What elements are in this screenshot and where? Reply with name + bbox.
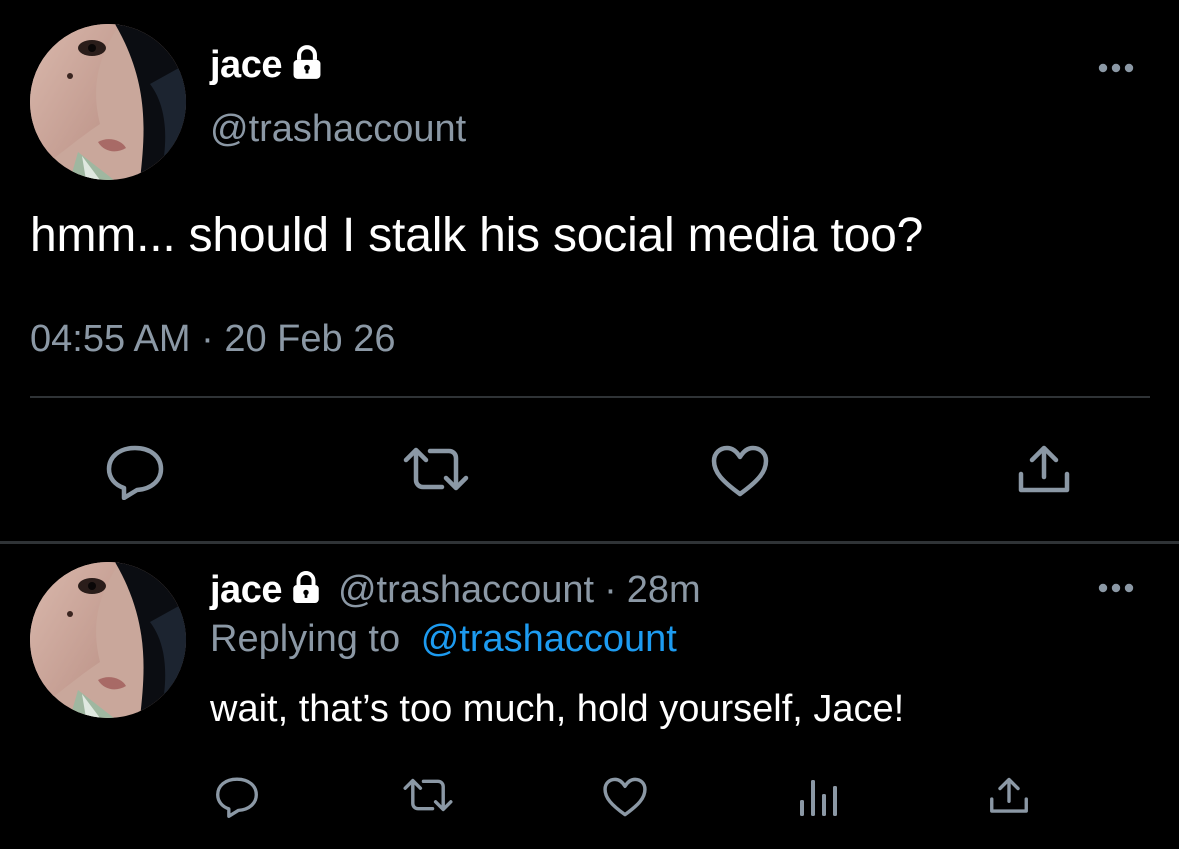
lock-icon xyxy=(288,44,326,87)
like-button[interactable] xyxy=(710,444,770,503)
views-button[interactable] xyxy=(796,776,840,823)
comment-icon xyxy=(104,445,166,504)
main-tweet: jace @trashaccount hmm... should I stalk… xyxy=(0,0,1179,540)
header-separator: · xyxy=(604,568,617,611)
display-name[interactable]: jace xyxy=(210,569,282,612)
tweet-time: 04:55 AM xyxy=(30,318,191,360)
retweet-icon xyxy=(402,778,454,818)
avatar[interactable] xyxy=(30,562,186,718)
replying-to: Replying to @trashaccount xyxy=(210,618,677,661)
more-horizontal-icon[interactable] xyxy=(1096,60,1136,81)
heart-icon xyxy=(602,777,648,822)
lock-icon xyxy=(288,570,324,611)
tweet-text: hmm... should I stalk his social media t… xyxy=(30,209,924,262)
replying-prefix: Replying to xyxy=(210,618,401,660)
tweet-thread: jace @trashaccount hmm... should I stalk… xyxy=(0,0,1179,849)
user-handle[interactable]: @trashaccount xyxy=(210,108,466,151)
avatar-photo xyxy=(30,562,186,718)
timestamp-separator: · xyxy=(201,318,214,360)
avatar-photo xyxy=(30,24,186,180)
like-button[interactable] xyxy=(602,776,648,823)
tweet-date: 20 Feb 26 xyxy=(224,318,396,360)
display-name-row: jace xyxy=(210,40,326,90)
user-handle[interactable]: @trashaccount xyxy=(338,569,594,612)
tweet-timestamp[interactable]: 04:55 AM · 20 Feb 26 xyxy=(30,318,395,361)
tweet-text: wait, that’s too much, hold yourself, Ja… xyxy=(210,688,905,730)
tweet-time[interactable]: 28m xyxy=(627,569,701,612)
share-icon xyxy=(1016,445,1072,500)
reply-header: jace @trashaccount · 28m xyxy=(210,566,701,614)
replying-to-link[interactable]: @trashaccount xyxy=(421,618,677,660)
retweet-button[interactable] xyxy=(402,444,470,499)
heart-icon xyxy=(710,445,770,502)
share-button[interactable] xyxy=(1016,444,1072,501)
retweet-button[interactable] xyxy=(402,776,454,819)
display-name[interactable]: jace xyxy=(210,44,282,87)
retweet-icon xyxy=(402,447,470,498)
reply-button[interactable] xyxy=(104,444,166,505)
analytics-icon xyxy=(796,780,840,822)
section-divider xyxy=(0,541,1179,544)
avatar[interactable] xyxy=(30,24,186,180)
share-icon xyxy=(988,777,1030,820)
share-button[interactable] xyxy=(988,776,1030,821)
divider xyxy=(30,396,1150,398)
comment-icon xyxy=(214,777,260,822)
more-horizontal-icon[interactable] xyxy=(1096,580,1136,601)
reply-button[interactable] xyxy=(214,776,260,823)
